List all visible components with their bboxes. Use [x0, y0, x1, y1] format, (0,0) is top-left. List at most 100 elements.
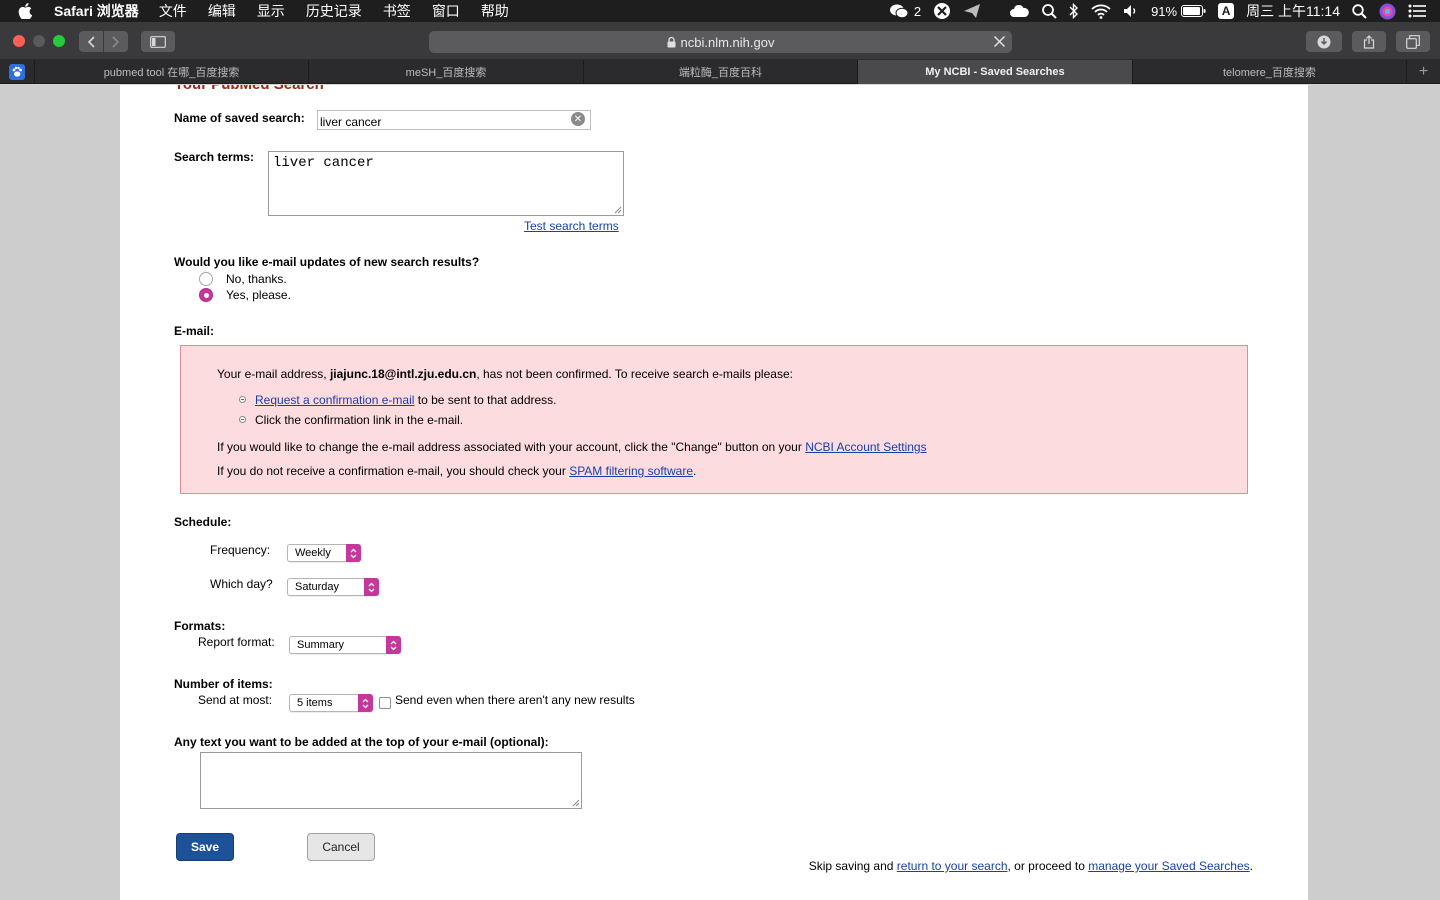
battery-status[interactable]: 91% — [1151, 4, 1206, 19]
which-day-label: Which day? — [210, 577, 273, 591]
pinned-tab-baidu[interactable] — [0, 60, 35, 84]
form-heading: Your PubMed Search — [174, 85, 324, 93]
menu-help[interactable]: 帮助 — [481, 1, 509, 21]
url-text: ncbi.nlm.nih.gov — [680, 34, 775, 50]
address-bar[interactable]: ncbi.nlm.nih.gov — [429, 31, 1012, 53]
stop-loading-icon[interactable] — [993, 35, 1006, 48]
manage-saved-searches-link[interactable]: manage your Saved Searches — [1088, 859, 1249, 873]
page-left-margin — [0, 85, 120, 900]
bluetooth-icon[interactable] — [1069, 3, 1079, 19]
frequency-label: Frequency: — [210, 543, 271, 557]
resize-grip-icon[interactable] — [614, 206, 622, 214]
wechat-count: 2 — [913, 3, 922, 19]
resize-grip-icon[interactable] — [572, 799, 580, 807]
tab-bar: pubmed tool 在哪_百度搜索 meSH_百度搜索 端粒酶_百度百科 M… — [0, 60, 1440, 84]
radio-no-thanks[interactable] — [199, 272, 213, 286]
lock-icon — [667, 36, 676, 48]
share-icon — [1363, 34, 1375, 49]
return-to-search-link[interactable]: return to your search — [897, 859, 1008, 873]
wechat-icon — [889, 4, 909, 19]
test-search-terms-link[interactable]: Test search terms — [524, 219, 619, 233]
menu-app-name[interactable]: Safari 浏览器 — [54, 1, 139, 21]
menu-history[interactable]: 历史记录 — [306, 1, 362, 21]
send-even-label[interactable]: Send even when there aren't any new resu… — [395, 693, 635, 707]
menu-view[interactable]: 显示 — [257, 1, 285, 21]
wifi-icon[interactable] — [1091, 4, 1111, 19]
notice-bullet-request: Request a confirmation e-mail to be sent… — [255, 393, 557, 407]
report-format-select[interactable]: Summary — [289, 636, 401, 654]
notice-line-spam: If you do not receive a confirmation e-m… — [217, 464, 697, 478]
back-button[interactable] — [79, 31, 103, 52]
wechat-status[interactable]: 2 — [889, 3, 921, 19]
search-terms-textarea[interactable]: liver cancer — [268, 151, 624, 216]
volume-icon[interactable] — [1123, 4, 1139, 18]
spotlight-icon[interactable] — [1352, 3, 1367, 19]
formats-label: Formats: — [174, 619, 226, 633]
select-arrows-icon — [364, 578, 379, 596]
page-right-margin — [1308, 85, 1440, 900]
ncbi-account-settings-link[interactable]: NCBI Account Settings — [805, 440, 926, 454]
notice-line-unconfirmed: Your e-mail address, jiajunc.18@intl.zju… — [217, 367, 793, 381]
notice-line-change-email: If you would like to change the e-mail a… — [217, 440, 927, 454]
sidebar-icon — [150, 35, 166, 48]
clock[interactable]: 周三 上午11:14 — [1246, 1, 1340, 21]
forward-button[interactable] — [104, 31, 128, 52]
share-button[interactable] — [1352, 31, 1386, 52]
apple-logo-icon[interactable] — [18, 3, 38, 19]
notification-center-icon[interactable] — [1408, 4, 1426, 18]
which-day-select[interactable]: Saturday — [287, 578, 379, 596]
zoom-window-button[interactable] — [53, 35, 65, 47]
tab-overview-button[interactable] — [1396, 31, 1430, 52]
email-label: E-mail: — [174, 324, 215, 338]
radio-yes-please-label[interactable]: Yes, please. — [226, 288, 291, 302]
tab-pubmed-tool[interactable]: pubmed tool 在哪_百度搜索 — [35, 60, 310, 84]
save-button[interactable]: Save — [176, 833, 234, 861]
downloads-button[interactable] — [1306, 31, 1342, 52]
vpn-icon[interactable] — [933, 2, 951, 20]
cloud-icon[interactable] — [1009, 4, 1029, 18]
tab-mesh[interactable]: meSH_百度搜索 — [309, 60, 584, 84]
menu-edit[interactable]: 编辑 — [208, 1, 236, 21]
saved-search-form: Your PubMed Search Name of saved search:… — [120, 85, 1308, 900]
close-window-button[interactable] — [13, 35, 25, 47]
search-magnifier-app-icon[interactable] — [1041, 3, 1057, 19]
frequency-select[interactable]: Weekly — [287, 544, 361, 562]
paper-plane-icon[interactable] — [963, 3, 981, 19]
email-updates-question: Would you like e-mail updates of new sea… — [174, 255, 480, 269]
new-tab-button[interactable]: + — [1407, 60, 1440, 84]
sidebar-toggle-button[interactable] — [141, 31, 175, 52]
select-arrows-icon — [346, 544, 361, 562]
status-area: 2 91% A 周三 上午11:14 — [889, 0, 1440, 22]
send-at-most-label: Send at most: — [198, 693, 273, 707]
footer-navigation-text: Skip saving and return to your search, o… — [808, 859, 1253, 873]
notice-bullet-click: Click the confirmation link in the e-mai… — [255, 413, 464, 427]
saved-search-name-label: Name of saved search: — [174, 111, 305, 125]
menu-window[interactable]: 窗口 — [432, 1, 460, 21]
radio-no-thanks-label[interactable]: No, thanks. — [226, 272, 287, 286]
spam-filtering-link[interactable]: SPAM filtering software — [569, 464, 693, 478]
saved-search-name-input[interactable] — [317, 110, 591, 130]
menu-file[interactable]: 文件 — [159, 1, 187, 21]
tab-telomere[interactable]: telomere_百度搜索 — [1133, 60, 1408, 84]
bullet-icon — [239, 396, 246, 403]
input-method-icon[interactable]: A — [1218, 3, 1235, 19]
cancel-button[interactable]: Cancel — [307, 833, 375, 861]
number-of-items-label: Number of items: — [174, 677, 273, 691]
send-even-checkbox[interactable] — [379, 697, 391, 709]
email-unconfirmed-notice: Your e-mail address, jiajunc.18@intl.zju… — [180, 345, 1248, 494]
tab-my-ncbi-saved-searches[interactable]: My NCBI - Saved Searches — [858, 60, 1133, 84]
clear-input-icon[interactable]: ✕ — [571, 112, 585, 126]
send-at-most-select[interactable]: 5 items — [289, 694, 373, 712]
chevron-right-icon — [112, 35, 120, 48]
minimize-window-button[interactable] — [33, 35, 45, 47]
siri-icon[interactable] — [1379, 3, 1396, 20]
search-terms-label: Search terms: — [174, 150, 255, 164]
select-arrows-icon — [358, 694, 373, 712]
tabs-icon — [1406, 34, 1420, 49]
menu-bookmarks[interactable]: 书签 — [383, 1, 411, 21]
intro-text-textarea[interactable] — [200, 752, 582, 809]
radio-yes-please[interactable] — [199, 288, 213, 302]
request-confirmation-link[interactable]: Request a confirmation e-mail — [255, 393, 414, 407]
chevron-left-icon — [87, 35, 95, 48]
tab-telomerase[interactable]: 端粒酶_百度百科 — [584, 60, 859, 84]
